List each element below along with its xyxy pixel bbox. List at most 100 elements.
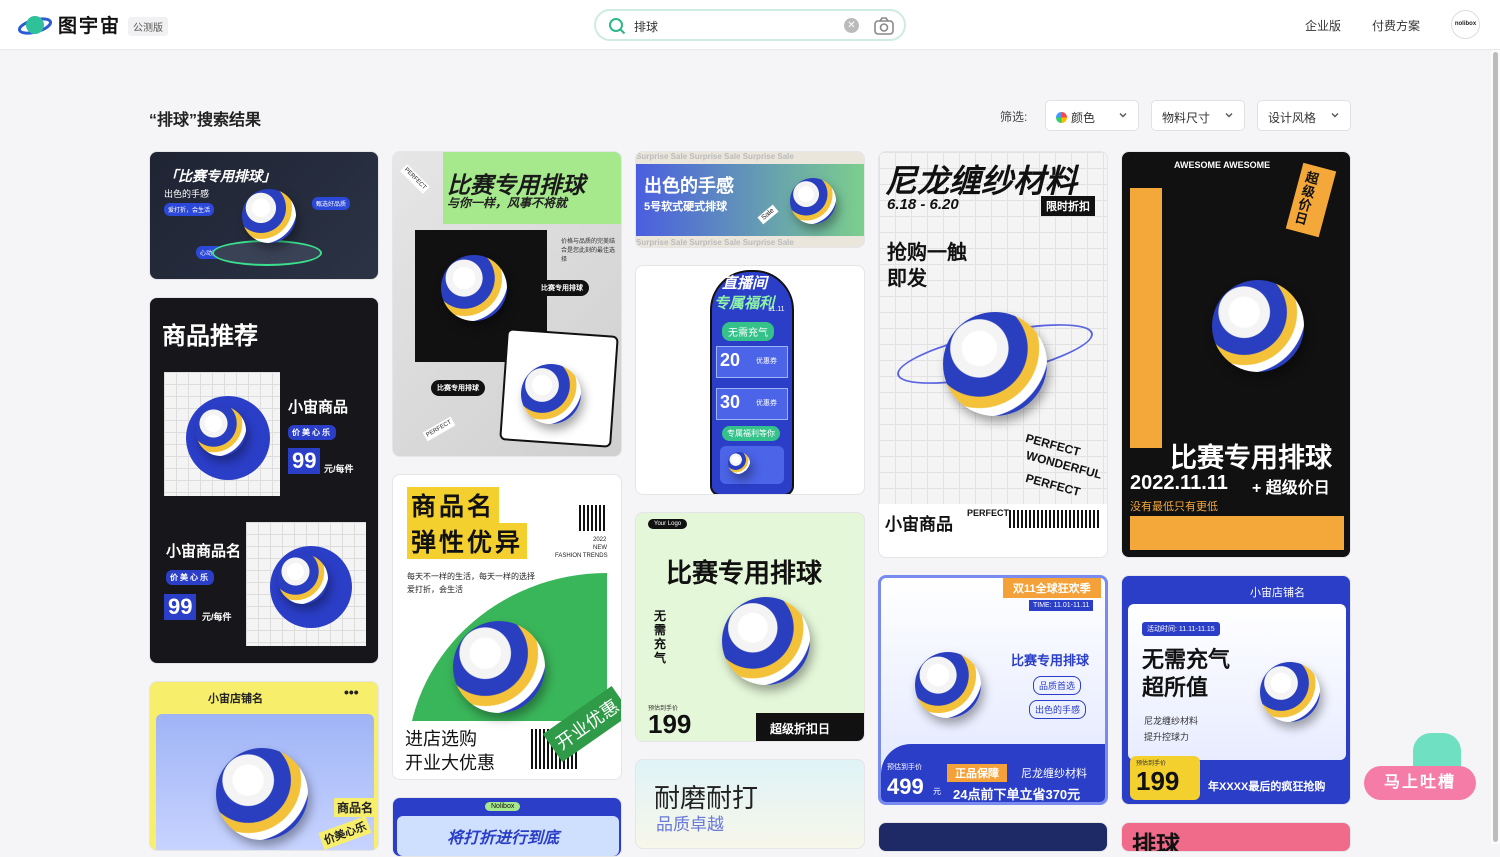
color-wheel-icon — [1056, 112, 1067, 123]
event-time: 活动时间: 11.11-11.15 — [1142, 622, 1220, 636]
template-card[interactable]: 耐磨耐打 品质卓越 — [635, 759, 865, 849]
card-tag: 比赛专用排球 — [535, 280, 589, 296]
barcode — [1009, 510, 1101, 528]
live-subtitle: 专属福利 — [714, 295, 775, 312]
volleyball-image — [453, 621, 545, 713]
template-card[interactable]: 商品推荐 小宙商品 价美心乐 99 元/每件 小宙商品名 价美心乐 99 元/每… — [149, 297, 379, 664]
top-bar: 图宇宙 公测版 排球 ✕ 企业版 付费方案 nolibox — [0, 0, 1500, 50]
pricing-link[interactable]: 付费方案 — [1372, 17, 1420, 34]
volleyball-image — [943, 312, 1047, 416]
template-card[interactable]: 直播间 专属福利 11.11 无需充气 20 优惠券 30 优惠券 专属福利等你 — [635, 265, 865, 495]
search-input[interactable]: 排球 — [634, 18, 658, 35]
band-text: Surprise Sale Surprise Sale Surprise Sal… — [636, 152, 794, 161]
new-label: NEW — [593, 545, 607, 551]
card-subtitle: 弹性优异 — [407, 523, 528, 559]
template-card[interactable]: 双11全球狂欢季 TIME: 11.01-11.11 比赛专用排球 品质首选 出… — [878, 575, 1108, 805]
price: 499 — [887, 774, 924, 799]
coupon-value: 20 — [720, 350, 741, 370]
template-card[interactable]: Surprise Sale Surprise Sale Surprise Sal… — [635, 151, 865, 248]
event-time: TIME: 11.01-11.11 — [1029, 600, 1094, 611]
filter-color-label: 颜色 — [1071, 111, 1096, 125]
clear-icon[interactable]: ✕ — [844, 18, 859, 33]
filter-size-label: 物料尺寸 — [1162, 111, 1211, 125]
chevron-down-icon — [1119, 113, 1127, 118]
product-price: 99 — [288, 448, 321, 474]
awesome-label: AWESOME AWESOME — [1174, 160, 1271, 170]
card-title: 比赛专用排球 — [1011, 653, 1090, 668]
camera-icon[interactable] — [874, 17, 894, 35]
search-icon[interactable] — [608, 17, 626, 35]
price: 199 — [1136, 766, 1180, 796]
brand-name: 图宇宙 — [58, 16, 122, 37]
volleyball-image — [441, 255, 507, 321]
footer-title: 小宙商品 — [885, 515, 953, 534]
qr-code — [579, 505, 605, 531]
more-icon[interactable]: ••• — [344, 684, 359, 700]
event-date: 2022.11.11 — [1130, 472, 1228, 494]
perfect-badge: PERFECT — [422, 416, 456, 442]
material-tag: 尼龙缠纱材料 — [1021, 768, 1087, 780]
template-card[interactable]: Your Logo 比赛专用排球 无需充气 预估到手价 199 超级折扣日 — [635, 512, 865, 742]
volleyball-image — [790, 178, 836, 224]
planet-logo-icon — [18, 15, 52, 35]
date-range: 6.18 - 6.20 — [887, 196, 959, 213]
deal-text: 24点前下单立省370元 — [953, 787, 1081, 802]
filter-style[interactable]: 设计风格 — [1257, 100, 1351, 131]
price: 199 — [648, 709, 692, 739]
volleyball-image — [196, 406, 246, 456]
product-name: 小宙商品名 — [166, 543, 242, 560]
template-card[interactable]: 「比赛专用排球」 出色的手感 爱打折，会生活 甄选好品质 心动选择 — [149, 151, 379, 280]
promo-line: 开业大优惠 — [405, 753, 495, 773]
orange-stripe — [1130, 188, 1162, 448]
guarantee-tag: 正品保障 — [947, 764, 1007, 782]
results-title: “排球”搜索结果 — [149, 112, 262, 129]
filter-label: 筛选: — [1000, 110, 1028, 124]
brand-logo[interactable]: 图宇宙 — [18, 11, 121, 38]
brand-pill: Nolibox — [485, 802, 521, 811]
volleyball-image — [521, 364, 581, 424]
volleyball-image — [1260, 662, 1320, 722]
headline: 抢购一触 — [887, 242, 967, 264]
card-title: 比赛专用排球 — [1170, 443, 1332, 473]
price-unit: 元/每件 — [202, 612, 232, 622]
avatar[interactable]: nolibox — [1451, 10, 1480, 39]
pre-price-label: 预估到手价 — [887, 764, 922, 771]
feedback-button[interactable]: 马上吐槽 — [1364, 766, 1476, 800]
podium — [212, 240, 322, 266]
feature-tag: 品质首选 — [1033, 676, 1082, 695]
filter-size[interactable]: 物料尺寸 — [1151, 100, 1245, 131]
trend-label: FASHION TRENDS — [555, 553, 608, 559]
template-card[interactable] — [878, 822, 1108, 852]
template-card[interactable]: 小宙店铺名 活动时间: 11.11-11.15 无需充气 超所值 尼龙缠纱材料 … — [1121, 575, 1351, 805]
template-card[interactable]: AWESOME AWESOME 超级价日 比赛专用排球 2022.11.11 +… — [1121, 151, 1351, 558]
template-card[interactable]: 小宙店铺名 ••• 商品名 价美心乐 — [149, 681, 379, 851]
volleyball-image — [242, 189, 296, 243]
store-name: 小宙店铺名 — [208, 693, 263, 705]
search-box[interactable]: 排球 ✕ — [594, 9, 906, 41]
headline: 超所值 — [1142, 675, 1209, 700]
chevron-down-icon — [1331, 113, 1339, 118]
coupon-label: 优惠券 — [756, 358, 777, 365]
benefit-pill: 专属福利等你 — [722, 426, 780, 441]
card-subtitle: 品质卓越 — [656, 815, 724, 834]
logo-pill: Your Logo — [648, 519, 688, 529]
filter-color[interactable]: 颜色 — [1045, 100, 1139, 131]
template-card[interactable]: 排球 — [1121, 822, 1351, 852]
coupon-value: 30 — [720, 392, 741, 412]
perfect-badge: PERFECT — [400, 164, 430, 194]
template-card[interactable]: Nolibox 将打折进行到底 — [392, 797, 622, 857]
scrollbar-thumb[interactable] — [1493, 52, 1498, 842]
template-card[interactable]: 比赛专用排球 与你一样，风事不将就 PERFECT 价格与品质的完美结合是您此刻… — [392, 151, 622, 457]
enterprise-link[interactable]: 企业版 — [1305, 17, 1341, 34]
beta-badge: 公测版 — [128, 17, 168, 36]
card-title: 排球 — [1132, 832, 1180, 852]
band-text: Surprise Sale Surprise Sale Surprise Sal… — [636, 238, 794, 247]
template-card[interactable]: 商品名 弹性优异 2022 NEW FASHION TRENDS 每天不一样的生… — [392, 474, 622, 780]
event-label: + 超级价日 — [1252, 480, 1330, 497]
card-subtitle: 与你一样，风事不将就 — [447, 196, 568, 210]
year-label: 2022 — [593, 537, 607, 543]
template-card[interactable]: 尼龙缠纱材料 6.18 - 6.20 限时折扣 抢购一触 即发 PERFECT … — [878, 151, 1108, 558]
volleyball-image — [1212, 280, 1304, 372]
feature-item: 提升控球力 — [1144, 732, 1190, 742]
volleyball-image — [728, 452, 750, 474]
